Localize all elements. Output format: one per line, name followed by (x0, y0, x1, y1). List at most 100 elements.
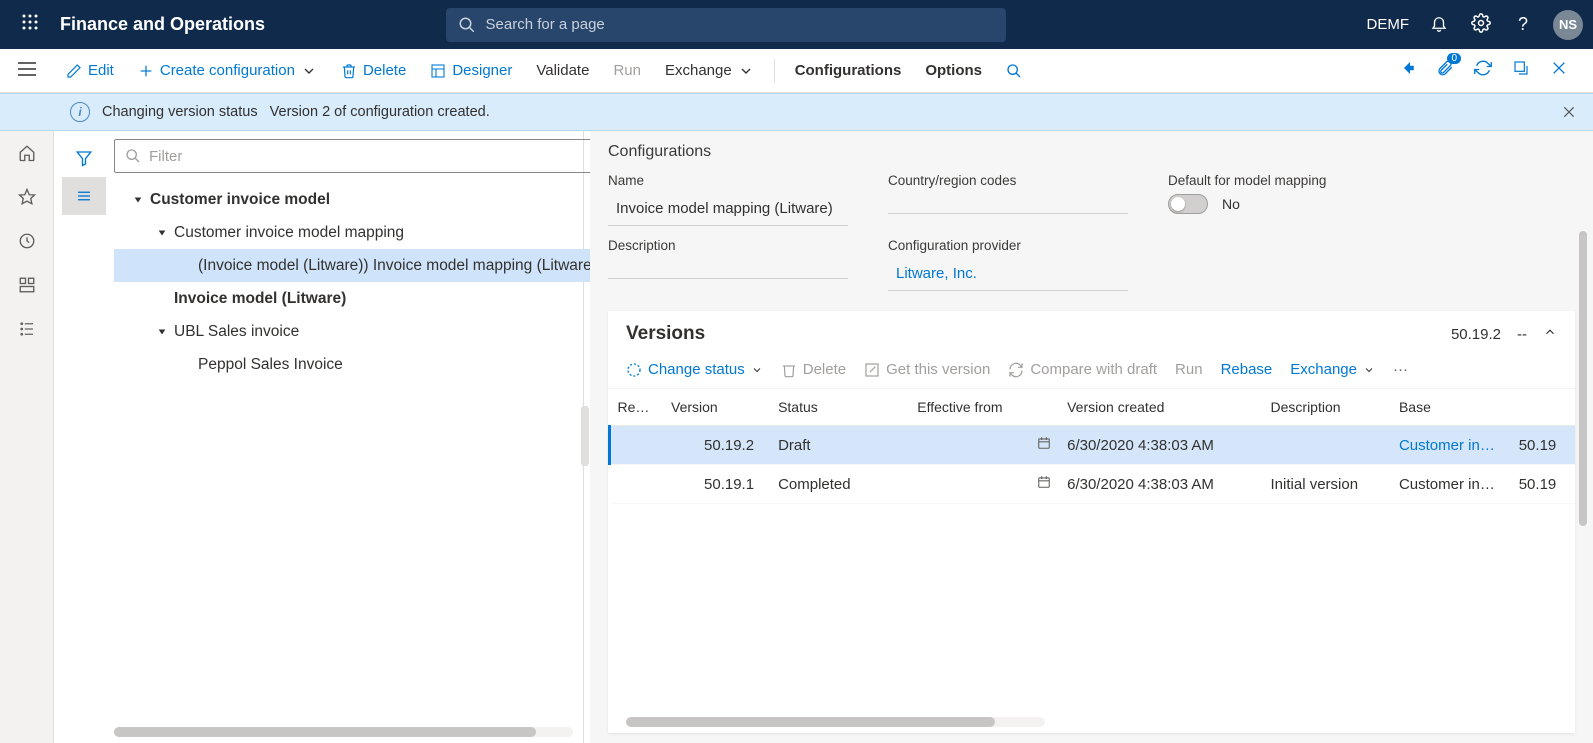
grid-cell[interactable]: Initial version (1263, 465, 1391, 504)
global-search[interactable] (446, 8, 1006, 42)
ver-exchange-button[interactable]: Exchange (1290, 361, 1375, 378)
column-header[interactable]: Base (1391, 389, 1511, 426)
tree-item-label: Peppol Sales Invoice (198, 356, 343, 374)
tree-item[interactable]: Invoice model (Litware) (114, 282, 597, 315)
star-icon[interactable] (0, 175, 54, 219)
cmd-search-button[interactable] (994, 49, 1034, 92)
delete-button[interactable]: Delete (329, 49, 418, 92)
version-row[interactable]: 50.19.1Completed 6/30/2020 4:38:03 AMInit… (610, 465, 1576, 504)
version-dashes: -- (1517, 326, 1527, 343)
nav-toggle-icon[interactable] (0, 61, 54, 81)
column-header[interactable] (1511, 389, 1575, 426)
column-header[interactable]: Description (1263, 389, 1391, 426)
provider-value[interactable]: Litware, Inc. (888, 259, 1128, 291)
tree-filter-input[interactable] (149, 148, 582, 165)
caret-icon[interactable] (154, 327, 170, 337)
details-panel: Configurations Name Invoice model mappin… (590, 131, 1593, 743)
column-header[interactable]: Re… (610, 389, 664, 426)
grid-cell[interactable]: Customer in… (1391, 465, 1511, 504)
caret-icon[interactable] (154, 228, 170, 238)
ver-delete-label: Delete (803, 361, 846, 378)
tree-item[interactable]: Peppol Sales Invoice (114, 348, 597, 381)
user-avatar[interactable]: NS (1553, 10, 1583, 40)
workspace-icon[interactable] (0, 263, 54, 307)
edit-button[interactable]: Edit (54, 49, 126, 92)
close-icon[interactable] (1545, 60, 1573, 81)
link-icon[interactable] (1393, 59, 1421, 82)
home-icon[interactable] (0, 131, 54, 175)
tree-item[interactable]: Customer invoice model mapping (114, 216, 597, 249)
paperclip-icon[interactable]: 0 (1431, 59, 1459, 82)
caret-icon[interactable] (130, 195, 146, 205)
section-title: Configurations (608, 143, 1575, 161)
column-header[interactable]: Effective from (909, 389, 1059, 426)
tree-hscrollbar[interactable] (114, 727, 573, 737)
modules-icon[interactable] (0, 307, 54, 351)
grid-cell[interactable] (610, 465, 664, 504)
rebase-label: Rebase (1221, 361, 1273, 378)
company-code[interactable]: DEMF (1367, 16, 1410, 33)
tree-item[interactable]: Customer invoice model (114, 183, 597, 216)
grid-cell[interactable]: Customer in… (1391, 426, 1511, 465)
filter-pane-icon[interactable] (62, 139, 106, 177)
compare-button: Compare with draft (1008, 361, 1157, 378)
grid-cell[interactable]: 6/30/2020 4:38:03 AM (1059, 465, 1262, 504)
tree-item-label: Invoice model (Litware) (174, 290, 346, 308)
collapse-icon[interactable] (1543, 325, 1557, 343)
grid-cell[interactable] (1263, 426, 1391, 465)
rebase-button[interactable]: Rebase (1221, 361, 1273, 378)
tree-filter[interactable] (114, 139, 593, 173)
edit-box-icon (864, 362, 880, 378)
refresh-icon[interactable] (1469, 59, 1497, 82)
grid-cell[interactable] (909, 426, 1059, 465)
chevron-down-icon (301, 63, 317, 79)
designer-icon (430, 63, 446, 79)
grid-cell[interactable]: 50.19 (1511, 465, 1575, 504)
grid-cell[interactable]: Draft (770, 426, 909, 465)
recent-icon[interactable] (0, 219, 54, 263)
grid-cell[interactable] (610, 426, 664, 465)
trash-icon (341, 63, 357, 79)
change-status-button[interactable]: Change status (626, 361, 763, 378)
search-input[interactable] (486, 16, 994, 33)
popout-icon[interactable] (1507, 60, 1535, 81)
more-icon[interactable]: ··· (1393, 361, 1408, 378)
exchange-button[interactable]: Exchange (653, 49, 766, 92)
get-version-label: Get this version (886, 361, 990, 378)
validate-button[interactable]: Validate (524, 49, 601, 92)
grid-cell[interactable]: 50.19.2 (663, 426, 770, 465)
default-mapping-toggle[interactable] (1168, 194, 1208, 214)
designer-button[interactable]: Designer (418, 49, 524, 92)
grid-hscrollbar[interactable] (626, 717, 1045, 727)
grid-cell[interactable]: 50.19 (1511, 426, 1575, 465)
description-value[interactable] (608, 259, 848, 279)
column-header[interactable]: Version (663, 389, 770, 426)
tree-item-label: (Invoice model (Litware)) Invoice model … (198, 257, 597, 275)
details-vscrollbar[interactable] (1579, 231, 1589, 723)
grid-cell[interactable]: 6/30/2020 4:38:03 AM (1059, 426, 1262, 465)
calendar-icon[interactable] (1037, 436, 1051, 454)
list-view-icon[interactable] (62, 177, 106, 215)
app-launcher-icon[interactable] (10, 14, 50, 35)
grid-cell[interactable]: Completed (770, 465, 909, 504)
grid-cell[interactable] (909, 465, 1059, 504)
get-version-button: Get this version (864, 361, 990, 378)
configurations-tab[interactable]: Configurations (783, 49, 914, 92)
tree-item[interactable]: UBL Sales invoice (114, 315, 597, 348)
create-config-button[interactable]: Create configuration (126, 49, 329, 92)
tree-item[interactable]: (Invoice model (Litware)) Invoice model … (114, 249, 597, 282)
column-header[interactable]: Status (770, 389, 909, 426)
country-value[interactable] (888, 194, 1128, 214)
configuration-tree-panel: Customer invoice modelCustomer invoice m… (54, 131, 584, 743)
infobar-close-icon[interactable] (1559, 102, 1579, 122)
options-tab[interactable]: Options (913, 49, 994, 92)
calendar-icon[interactable] (1037, 475, 1051, 493)
grid-cell[interactable]: 50.19.1 (663, 465, 770, 504)
version-row[interactable]: 50.19.2Draft 6/30/2020 4:38:03 AM Customer… (610, 426, 1576, 465)
name-value[interactable]: Invoice model mapping (Litware) (608, 194, 848, 226)
column-header[interactable]: Version created (1059, 389, 1262, 426)
bell-icon[interactable] (1427, 14, 1451, 35)
brand-title: Finance and Operations (60, 14, 265, 35)
help-icon[interactable]: ? (1511, 14, 1535, 35)
gear-icon[interactable] (1469, 13, 1493, 36)
